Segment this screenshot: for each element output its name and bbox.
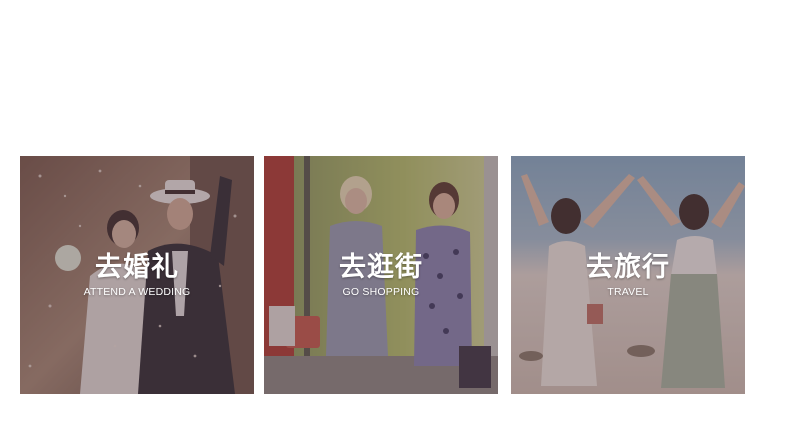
card-title: 去逛街 [339,252,423,283]
card-go-shopping[interactable]: 去逛街 GO SHOPPING [264,156,498,394]
card-subtitle: ATTEND A WEDDING [83,286,191,298]
card-attend-wedding[interactable]: 去婚礼 ATTEND A WEDDING [20,156,254,394]
card-subtitle: TRAVEL [607,286,649,298]
card-title: 去婚礼 [95,252,179,283]
card-subtitle: GO SHOPPING [342,286,420,298]
card-caption: 去逛街 GO SHOPPING [264,252,498,299]
card-caption: 去婚礼 ATTEND A WEDDING [20,252,254,299]
card-caption: 去旅行 TRAVEL [511,252,745,299]
card-travel[interactable]: 去旅行 TRAVEL [511,156,745,394]
card-title: 去旅行 [586,252,670,283]
